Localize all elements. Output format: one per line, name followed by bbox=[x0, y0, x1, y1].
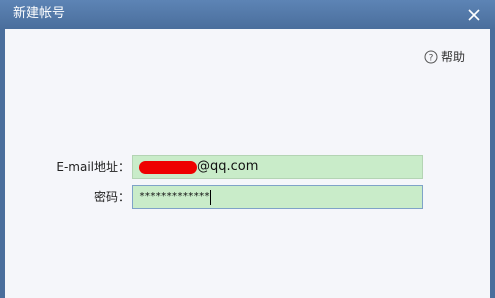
help-link[interactable]: ? 帮助 bbox=[424, 48, 465, 66]
new-account-dialog: 新建帐号 ? 帮助 E-mail地址： @qq.com 密码： ********… bbox=[0, 0, 495, 298]
dialog-title: 新建帐号 bbox=[13, 6, 66, 21]
password-mask-text: ************* bbox=[139, 191, 210, 202]
email-domain-text: @qq.com bbox=[197, 159, 259, 174]
svg-text:?: ? bbox=[429, 54, 434, 64]
title-bar[interactable]: 新建帐号 bbox=[0, 0, 495, 29]
email-label: E-mail地址： bbox=[56, 160, 130, 174]
close-icon bbox=[468, 9, 480, 21]
text-caret bbox=[210, 189, 212, 205]
dialog-body: ? 帮助 E-mail地址： @qq.com 密码： ************* bbox=[5, 29, 490, 298]
redaction-mark bbox=[139, 160, 197, 174]
password-label: 密码： bbox=[93, 190, 130, 204]
email-field[interactable]: @qq.com bbox=[132, 155, 423, 179]
help-label: 帮助 bbox=[441, 50, 466, 64]
close-button[interactable] bbox=[465, 6, 483, 24]
password-field[interactable]: ************* bbox=[132, 185, 423, 209]
help-circle-icon: ? bbox=[424, 50, 438, 64]
